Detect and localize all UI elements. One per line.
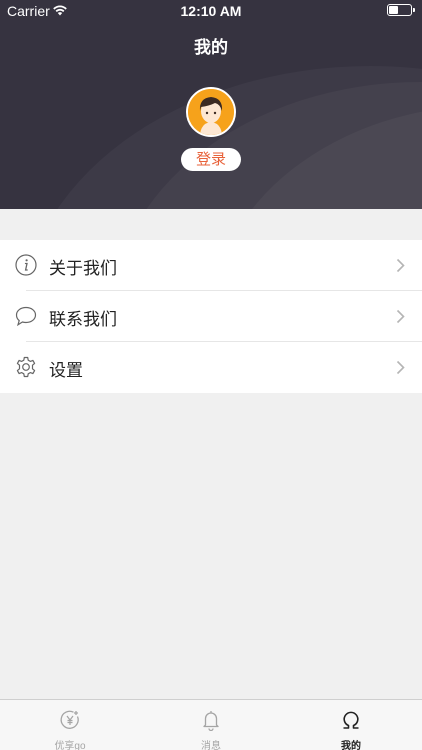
tab-mine[interactable]: 我的 xyxy=(311,700,391,750)
avatar[interactable] xyxy=(186,87,236,137)
battery-icon xyxy=(387,4,415,16)
menu-item-settings[interactable]: 设置 xyxy=(0,342,422,393)
tab-messages[interactable]: 消息 xyxy=(171,700,251,750)
chevron-right-icon xyxy=(396,258,405,273)
status-bar: Carrier 12:10 AM xyxy=(0,0,422,22)
profile-header: Carrier 12:10 AM 我的 登录 xyxy=(0,0,422,209)
omega-icon xyxy=(343,711,359,729)
chevron-right-icon xyxy=(396,309,405,324)
clock: 12:10 AM xyxy=(180,3,242,19)
menu-item-label: 关于我们 xyxy=(49,259,117,278)
menu-item-contact-us[interactable]: 联系我们 xyxy=(0,291,422,342)
tab-bar: 优享go 消息 我的 xyxy=(0,699,422,750)
avatar-face-icon xyxy=(188,89,234,135)
chat-bubble-icon xyxy=(15,306,37,327)
info-icon xyxy=(15,254,37,276)
tab-label: 我的 xyxy=(341,741,361,750)
tab-label: 优享go xyxy=(54,741,86,750)
tab-label: 消息 xyxy=(201,741,221,750)
yen-coin-icon xyxy=(60,710,79,729)
page-title: 我的 xyxy=(194,38,228,57)
menu-item-about-us[interactable]: 关于我们 xyxy=(0,240,422,291)
chevron-right-icon xyxy=(396,360,405,375)
login-button[interactable]: 登录 xyxy=(181,148,241,171)
tab-youxiang-go[interactable]: 优享go xyxy=(30,700,110,750)
gear-icon xyxy=(16,356,36,378)
menu-item-label: 联系我们 xyxy=(49,310,117,329)
settings-menu: 关于我们 联系我们 设置 xyxy=(0,240,422,393)
bell-icon xyxy=(203,711,219,731)
menu-item-label: 设置 xyxy=(49,361,83,380)
